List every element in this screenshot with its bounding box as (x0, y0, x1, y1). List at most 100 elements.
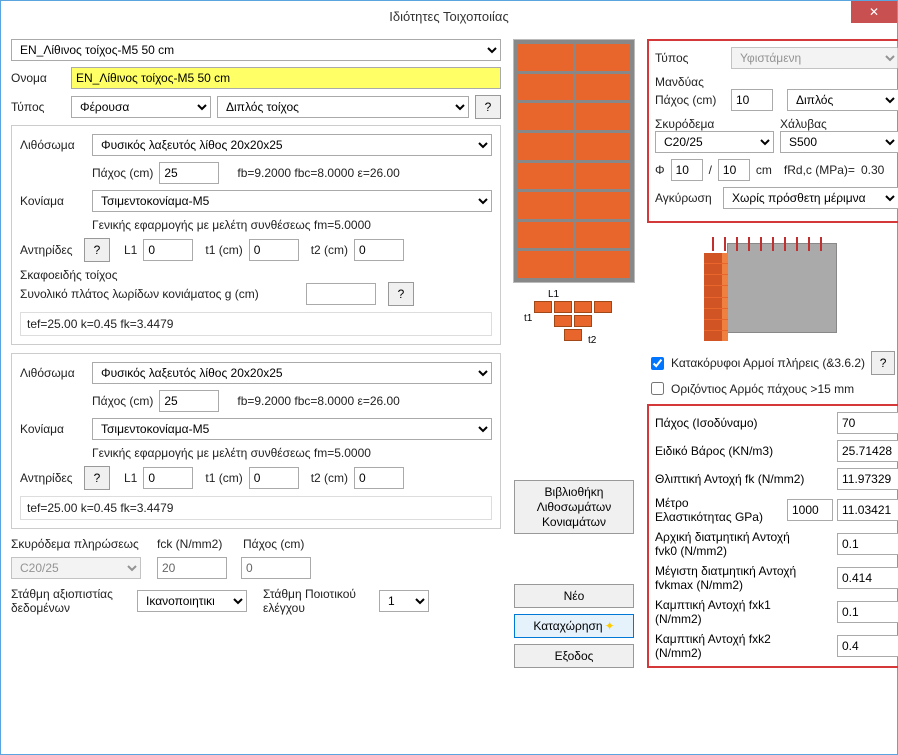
titlebar: Ιδιότητες Τοιχοποιίας ✕ (1, 1, 897, 31)
lithosoma-select-2[interactable]: Φυσικός λαξευτός λίθος 20x20x25 (92, 362, 492, 384)
antirides-help-1[interactable]: ? (84, 238, 110, 262)
l1-input-2[interactable] (143, 467, 193, 489)
qc-select[interactable]: 1 (379, 590, 429, 612)
prop-e-label-1: Μέτρο (655, 496, 783, 510)
fck-input (157, 557, 227, 579)
prop-e-input-2[interactable] (837, 499, 898, 521)
koniama-text-1: Γενικής εφαρμογής με μελέτη συνθέσεως fm… (92, 218, 371, 232)
cm-label: cm (756, 163, 772, 177)
reliability-label-1: Στάθμη αξιοπιστίας (11, 587, 131, 601)
layer-1-group: Λιθόσωμα Φυσικός λαξευτός λίθος 20x20x25… (11, 125, 501, 345)
prop-fxk2-label-1: Καμπτική Αντοχή fxk2 (655, 632, 833, 646)
fb-text-2: fb=9.2000 fbc=8.0000 ε=26.00 (237, 394, 400, 408)
tef-text-1: tef=25.00 k=0.45 fk=3.4479 (27, 317, 173, 331)
anchor-select[interactable]: Χωρίς πρόσθετη μέριμνα (723, 187, 898, 209)
l1-label-2: L1 (124, 471, 137, 485)
phi1-input[interactable] (671, 159, 703, 181)
flange-diagram: L1 t1 t2 (524, 289, 624, 349)
prop-fvk0-input[interactable] (837, 533, 898, 555)
phi2-input[interactable] (718, 159, 750, 181)
wall-preview (513, 39, 635, 283)
cursor-icon: ✦ (605, 619, 615, 633)
prop-e-label-2: Ελαστικότητας GPa) (655, 510, 783, 524)
fill-thickness-label: Πάχος (cm) (243, 537, 304, 551)
jacket-thickness-label: Πάχος (cm) (655, 93, 725, 107)
slash-label: / (709, 163, 712, 177)
reliability-select[interactable]: Ικανοποιητική (137, 590, 247, 612)
prop-fxk1-input[interactable] (837, 601, 898, 623)
name-label: Ονομα (11, 71, 65, 85)
koniama-select-1[interactable]: Τσιμεντοκονίαμα-M5 (92, 190, 492, 212)
prop-fk-label: Θλιπτική Αντοχή fk (N/mm2) (655, 472, 833, 486)
prop-fk-input[interactable] (837, 468, 898, 490)
t2-input-2[interactable] (354, 467, 404, 489)
koniama-label-1: Κονίαμα (20, 194, 86, 208)
horizontal-joints-label: Οριζόντιος Αρμός πάχους >15 mm (671, 382, 854, 396)
anchor-label: Αγκύρωση (655, 191, 717, 205)
t2-input-1[interactable] (354, 239, 404, 261)
jacket-thickness-input[interactable] (731, 89, 773, 111)
jacket-concrete-label: Σκυρόδεμα (655, 117, 774, 131)
prop-fxk2-label-2: (N/mm2) (655, 646, 833, 660)
antirides-help-2[interactable]: ? (84, 466, 110, 490)
exit-button[interactable]: Εξοδος (514, 644, 634, 668)
antirides-label-1: Αντηρίδες (20, 243, 78, 257)
jacket-concrete-select[interactable]: C20/25 (655, 131, 774, 153)
jacket-group: Τύπος Υφιστάμενη Μανδύας Πάχος (cm) Διπλ… (647, 39, 898, 223)
prop-fvkmax-input[interactable] (837, 567, 898, 589)
mandyas-label: Μανδύας (655, 75, 898, 89)
wall-type-select[interactable]: Διπλός τοίχος (217, 96, 469, 118)
window-title: Ιδιότητες Τοιχοποιίας (389, 9, 508, 24)
t2-label-1: t2 (cm) (311, 243, 348, 257)
l1-input-1[interactable] (143, 239, 193, 261)
thickness-label-2: Πάχος (cm) (92, 394, 153, 408)
jacket-steel-label: Χάλυβας (780, 117, 898, 131)
prop-fxk2-input[interactable] (837, 635, 898, 657)
jacket-steel-select[interactable]: S500 (780, 131, 898, 153)
antirides-label-2: Αντηρίδες (20, 471, 78, 485)
koniama-label-2: Κονίαμα (20, 422, 86, 436)
horizontal-joints-checkbox[interactable] (651, 382, 664, 395)
prop-fvkmax-label-2: fvkmax (N/mm2) (655, 578, 833, 592)
synoliko-help[interactable]: ? (388, 282, 414, 306)
prop-thickness-input[interactable] (837, 412, 898, 434)
lithosoma-select-1[interactable]: Φυσικός λαξευτός λίθος 20x20x25 (92, 134, 492, 156)
masonry-select[interactable]: EN_Λίθινος τοίχος-M5 50 cm (11, 39, 501, 61)
vertical-joints-label: Κατακόρυφοι Αρμοί πλήρεις (&3.6.2) (671, 356, 865, 370)
jacket-sides-select[interactable]: Διπλός (787, 89, 898, 111)
frd-value: 0.30 (861, 163, 884, 177)
t2-label-2: t2 (cm) (311, 471, 348, 485)
t1-input-2[interactable] (249, 467, 299, 489)
library-button[interactable]: Βιβλιοθήκη Λιθοσωμάτων Κονιαμάτων (514, 480, 634, 534)
layer-2-group: Λιθόσωμα Φυσικός λαξευτός λίθος 20x20x25… (11, 353, 501, 529)
prop-e-input-1[interactable] (787, 499, 833, 521)
bearing-type-select[interactable]: Φέρουσα (71, 96, 211, 118)
koniama-select-2[interactable]: Τσιμεντοκονίαμα-M5 (92, 418, 492, 440)
help-button-1[interactable]: ? (475, 95, 501, 119)
properties-group: Πάχος (Ισοδύναμο) Ειδικό Βάρος (KN/m3) Θ… (647, 404, 898, 668)
phi-label: Φ (655, 163, 665, 177)
t1-label-1: t1 (cm) (205, 243, 242, 257)
thickness-input-2[interactable] (159, 390, 219, 412)
synoliko-input[interactable] (306, 283, 376, 305)
prop-fxk1-label-1: Καμπτική Αντοχή fxk1 (655, 598, 833, 612)
save-button[interactable]: Καταχώρηση✦ (514, 614, 634, 638)
thickness-input-1[interactable] (159, 162, 219, 184)
prop-weight-label: Ειδικό Βάρος (KN/m3) (655, 444, 833, 458)
t1-input-1[interactable] (249, 239, 299, 261)
prop-fvk0-label-2: fvk0 (N/mm2) (655, 544, 833, 558)
prop-weight-input[interactable] (837, 440, 898, 462)
name-input[interactable] (71, 67, 501, 89)
tef-text-2: tef=25.00 k=0.45 fk=3.4479 (27, 501, 173, 515)
prop-fxk1-label-2: (N/mm2) (655, 612, 833, 626)
jacket-preview (692, 227, 862, 347)
fill-thickness-input (241, 557, 311, 579)
jacket-type-label: Τύπος (655, 51, 725, 65)
vertical-joints-checkbox[interactable] (651, 357, 664, 370)
joints-help[interactable]: ? (871, 351, 895, 375)
thickness-label-1: Πάχος (cm) (92, 166, 153, 180)
close-button[interactable]: ✕ (851, 1, 897, 23)
lithosoma-label-1: Λιθόσωμα (20, 138, 86, 152)
lithosoma-label-2: Λιθόσωμα (20, 366, 86, 380)
new-button[interactable]: Νέο (514, 584, 634, 608)
